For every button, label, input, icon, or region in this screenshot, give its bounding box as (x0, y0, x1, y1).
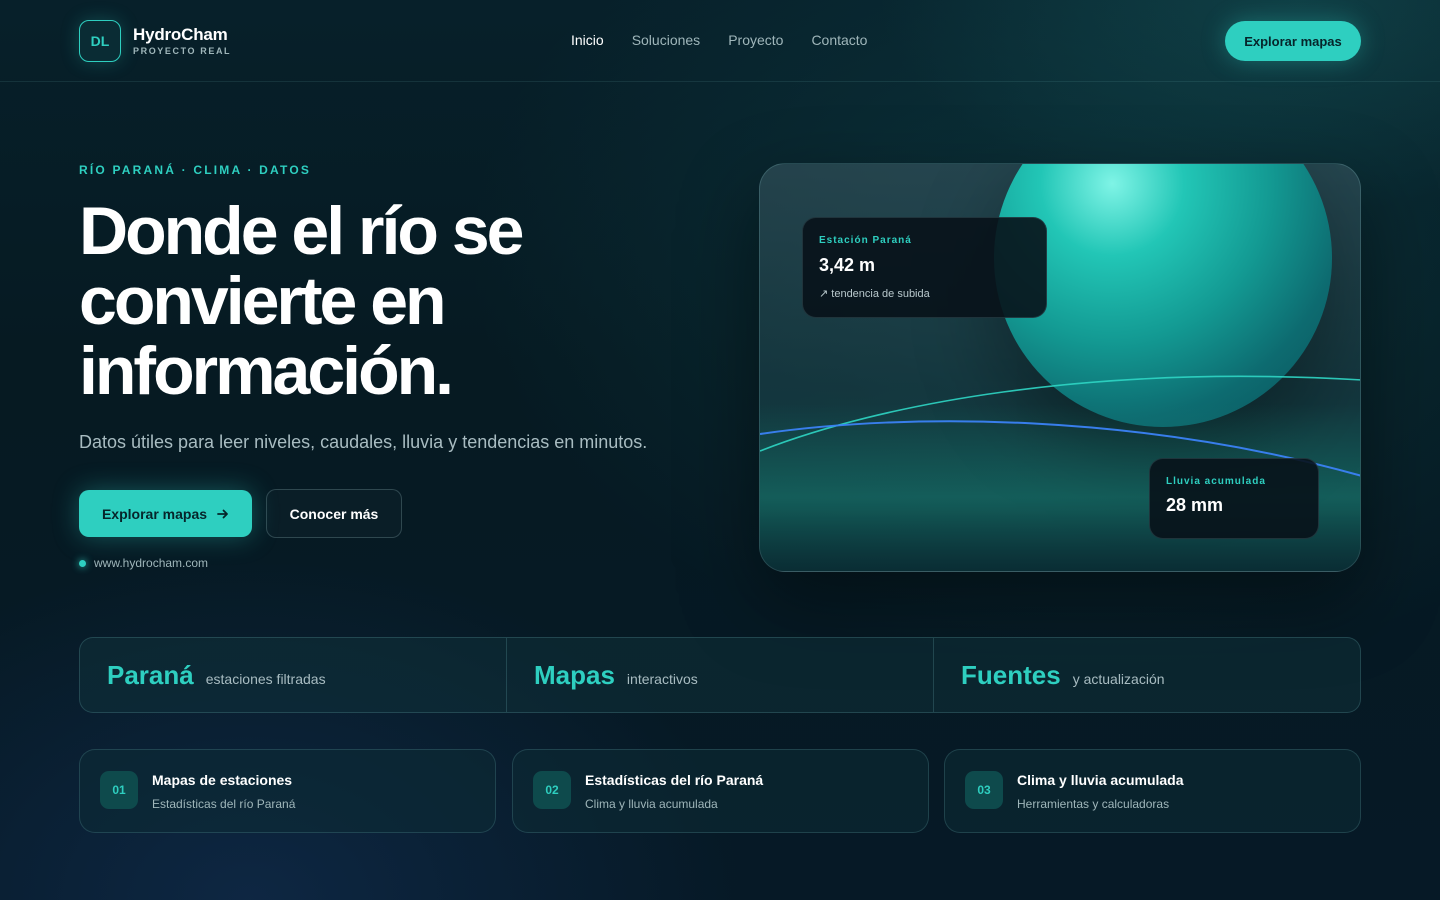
nav-item-contacto[interactable]: Contacto (811, 32, 867, 48)
headline-line-2: convierte en (79, 263, 447, 339)
feature-card-climate-rain[interactable]: 03 Clima y lluvia acumulada Herramientas… (944, 749, 1361, 833)
rainfall-value: 28 mm (1166, 495, 1224, 515)
site-url-link[interactable]: www.hydrocham.com (94, 556, 208, 570)
rainfall-card: Lluvia acumulada 28 mm (1149, 458, 1319, 539)
metric-parana: Paraná estaciones filtradas (80, 638, 506, 712)
hero-visual-card: Estación Paraná 3,42 m ↗ tendencia de su… (759, 163, 1361, 572)
headline-line-3: información. (79, 333, 454, 409)
nav-item-inicio[interactable]: Inicio (571, 32, 604, 48)
metric-caption: interactivos (626, 670, 698, 687)
learn-more-button[interactable]: Conocer más (266, 489, 402, 538)
nav-item-soluciones[interactable]: Soluciones (632, 32, 701, 48)
hero-headline: Donde el río se convierte en información… (79, 196, 639, 406)
explore-maps-label: Explorar mapas (101, 505, 208, 522)
brand-tagline: PROYECTO REAL (133, 46, 232, 56)
header-explore-maps-button[interactable]: Explorar mapas (1225, 21, 1361, 61)
feature-subtitle: Estadísticas del río Paraná (152, 797, 296, 811)
station-level-card: Estación Paraná 3,42 m ↗ tendencia de su… (802, 217, 1047, 318)
metric-title: Fuentes (961, 659, 1061, 690)
arrow-right-icon (217, 509, 228, 518)
rainfall-label: Lluvia acumulada (1166, 476, 1266, 487)
brand-name[interactable]: HydroCham (133, 25, 228, 45)
metric-caption: y actualización (1072, 670, 1165, 687)
metric-title: Paraná (107, 659, 194, 690)
status-dot-icon (79, 560, 86, 567)
station-label: Estación Paraná (819, 235, 912, 246)
headline-line-1: Donde el río se (79, 193, 524, 269)
metric-mapas: Mapas interactivos (506, 638, 933, 712)
hero-lead: Datos útiles para leer niveles, caudales… (79, 432, 648, 452)
feature-subtitle: Clima y lluvia acumulada (585, 797, 718, 811)
feature-title: Mapas de estaciones (152, 772, 293, 788)
metrics-strip: Paraná estaciones filtradas Mapas intera… (79, 637, 1361, 713)
feature-title: Clima y lluvia acumulada (1017, 772, 1184, 788)
main-nav: Inicio Soluciones Proyecto Contacto (571, 32, 867, 48)
metric-caption: estaciones filtradas (205, 670, 326, 687)
metric-fuentes: Fuentes y actualización (933, 638, 1360, 712)
feature-card-station-maps[interactable]: 01 Mapas de estaciones Estadísticas del … (79, 749, 496, 833)
logo-badge[interactable]: DL (79, 20, 121, 62)
station-trend: ↗ tendencia de subida (819, 288, 930, 300)
metric-title: Mapas (534, 659, 615, 690)
feature-card-river-stats[interactable]: 02 Estadísticas del río Paraná Clima y l… (512, 749, 929, 833)
feature-subtitle: Herramientas y calculadoras (1017, 797, 1170, 811)
feature-title: Estadísticas del río Paraná (585, 772, 764, 788)
explore-maps-button[interactable]: Explorar mapas (79, 490, 252, 537)
feature-number-badge: 02 (533, 771, 571, 809)
site-header: DL HydroCham PROYECTO REAL Inicio Soluci… (0, 0, 1440, 82)
nav-item-proyecto[interactable]: Proyecto (728, 32, 783, 48)
feature-number-badge: 03 (965, 771, 1003, 809)
hero-eyebrow: RÍO PARANÁ · CLIMA · DATOS (79, 163, 312, 177)
feature-number-badge: 01 (100, 771, 138, 809)
station-value: 3,42 m (819, 255, 876, 275)
